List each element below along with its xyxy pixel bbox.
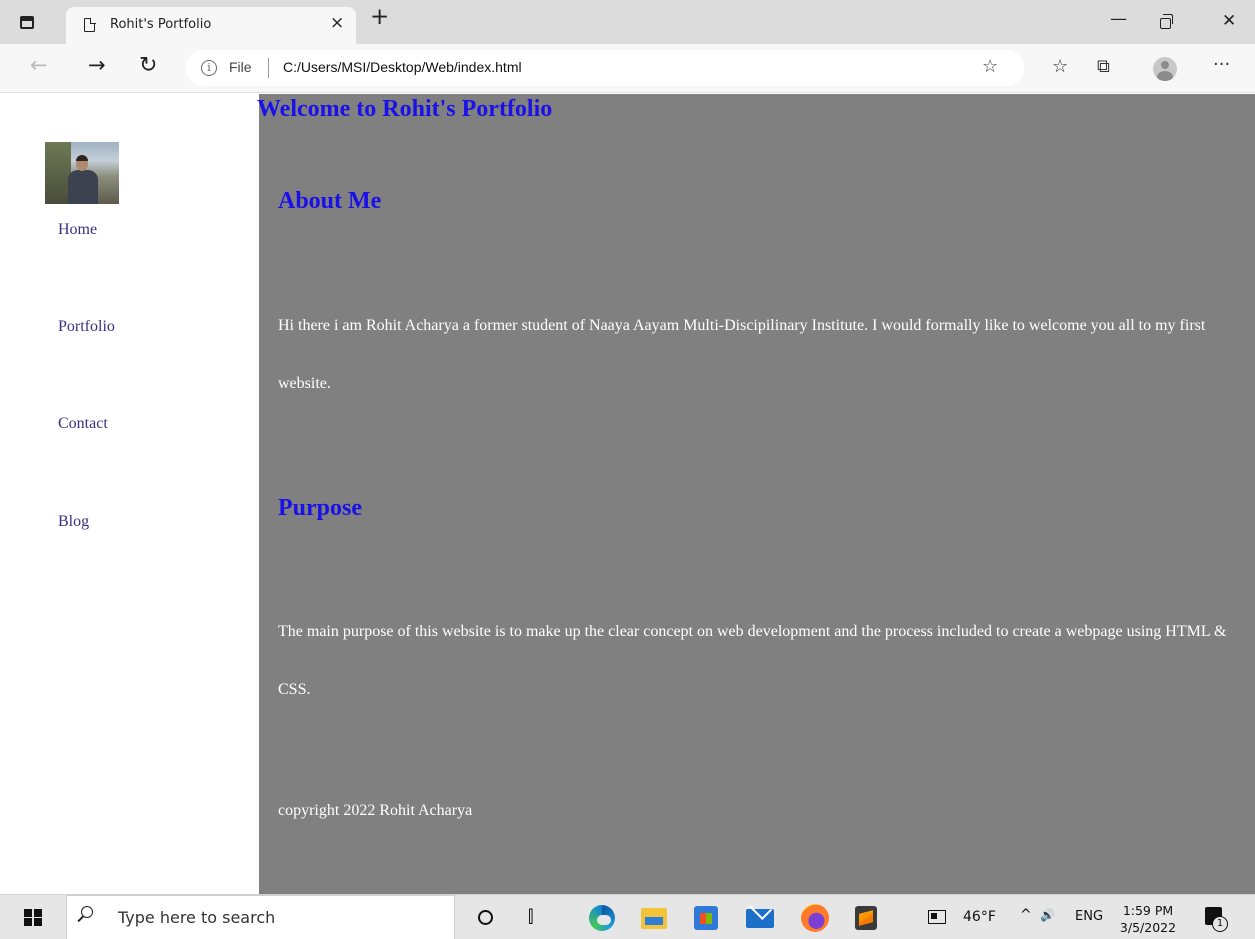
sidebar: Home Portfolio Contact Blog <box>0 94 259 894</box>
task-view-icon[interactable]: ⫿ <box>528 907 533 927</box>
main-content: Welcome to Rohit's Portfolio About Me Hi… <box>257 94 1255 894</box>
page-viewport: Home Portfolio Contact Blog Welcome to R… <box>0 94 1255 894</box>
nav-link-contact[interactable]: Contact <box>58 415 108 433</box>
edge-app-icon[interactable] <box>589 905 615 931</box>
profile-photo <box>45 142 119 204</box>
scheme-label: File <box>229 59 252 75</box>
search-placeholder: Type here to search <box>118 908 276 927</box>
browser-toolbar: ← → ↻ i File C:/Users/MSI/Desktop/Web/in… <box>0 44 1255 93</box>
firefox-app-icon[interactable] <box>801 904 829 932</box>
close-tab-icon[interactable]: × <box>330 13 344 33</box>
close-window-icon[interactable]: ✕ <box>1222 11 1236 31</box>
more-options-icon[interactable]: ··· <box>1213 54 1230 75</box>
new-tab-icon[interactable]: + <box>370 6 389 29</box>
file-explorer-icon[interactable] <box>641 908 667 929</box>
url-text[interactable]: C:/Users/MSI/Desktop/Web/index.html <box>283 59 522 75</box>
clock[interactable]: 1:59 PM 3/5/2022 <box>1118 902 1178 936</box>
store-app-icon[interactable] <box>694 906 718 930</box>
forward-arrow-icon[interactable]: → <box>88 55 106 76</box>
clock-time: 1:59 PM <box>1122 903 1174 918</box>
back-arrow-icon[interactable]: ← <box>30 55 48 76</box>
purpose-heading: Purpose <box>278 495 362 521</box>
tab-actions-icon[interactable] <box>20 16 34 29</box>
about-heading: About Me <box>278 188 382 214</box>
active-tab[interactable]: Rohit's Portfolio × <box>66 7 356 44</box>
nav-link-home[interactable]: Home <box>58 221 97 239</box>
address-divider <box>268 58 269 78</box>
about-text: Hi there i am Rohit Acharya a former stu… <box>278 317 1206 392</box>
chevron-up-icon[interactable]: ^ <box>1020 907 1032 923</box>
clock-date: 3/5/2022 <box>1119 920 1177 935</box>
language-indicator[interactable]: ENG <box>1075 909 1103 924</box>
sublime-text-icon[interactable] <box>855 906 877 930</box>
page-title: Welcome to Rohit's Portfolio <box>257 96 553 122</box>
collections-icon[interactable]: ⧉ <box>1097 56 1110 77</box>
favorites-icon[interactable]: ☆ <box>1052 56 1068 77</box>
notification-badge: 1 <box>1212 916 1228 932</box>
taskbar-search-box[interactable]: Type here to search <box>66 895 455 939</box>
taskbar: Type here to search ⫿ 46°F ^ 🔊 ENG 1:59 … <box>0 894 1255 939</box>
restore-icon[interactable] <box>1160 14 1173 29</box>
mail-app-icon[interactable] <box>746 909 774 928</box>
tab-strip: Rohit's Portfolio × + — ✕ <box>0 0 1255 44</box>
minimize-icon[interactable]: — <box>1110 9 1127 29</box>
nav-link-blog[interactable]: Blog <box>58 513 89 531</box>
windows-start-icon[interactable] <box>24 909 42 926</box>
weather-text[interactable]: 46°F <box>963 909 996 925</box>
search-icon <box>81 906 93 918</box>
address-bar[interactable]: i File C:/Users/MSI/Desktop/Web/index.ht… <box>186 50 1024 86</box>
nav-link-portfolio[interactable]: Portfolio <box>58 318 115 336</box>
volume-icon[interactable]: 🔊 <box>1040 908 1055 922</box>
copyright-text: copyright 2022 Rohit Acharya <box>278 802 473 819</box>
news-widget-icon[interactable] <box>928 910 946 924</box>
tab-title: Rohit's Portfolio <box>110 17 212 32</box>
add-favorite-icon[interactable]: ☆ <box>982 56 998 77</box>
info-icon[interactable]: i <box>201 60 217 76</box>
purpose-text: The main purpose of this website is to m… <box>278 623 1227 698</box>
cortana-icon[interactable] <box>478 910 493 925</box>
refresh-icon[interactable]: ↻ <box>139 55 157 77</box>
profile-avatar-icon[interactable] <box>1153 57 1177 81</box>
page-icon <box>84 17 96 32</box>
